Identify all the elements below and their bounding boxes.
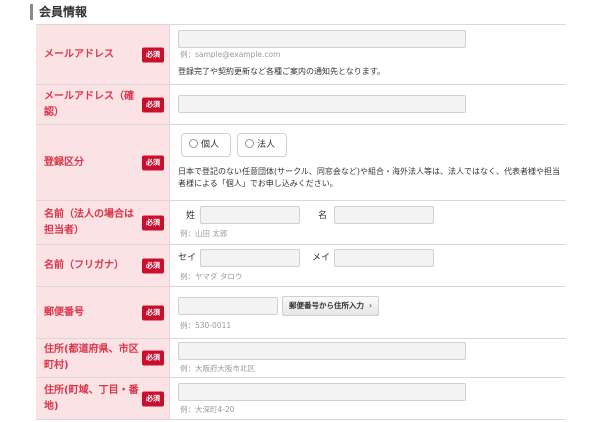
registration-type-label: 登録区分 xyxy=(44,156,84,168)
postal-lookup-button[interactable]: 郵便番号から住所入力 › xyxy=(282,296,380,316)
email-confirm-label: メールアドレス（確認） xyxy=(44,90,134,118)
address1-input[interactable] xyxy=(178,342,466,360)
section-title: 会員情報 xyxy=(30,4,87,20)
address1-row: 住所(都道府県、市区町村) 必須 例：大阪府大阪市北区 xyxy=(36,339,566,378)
email-label-cell: メールアドレス 必須 xyxy=(36,25,170,84)
address2-label-cell: 住所(町域、丁目・番地) 必須 xyxy=(36,378,170,419)
radio-individual[interactable]: 個人 xyxy=(181,133,231,157)
last-name-label: 姓 xyxy=(186,211,196,221)
address2-row: 住所(町域、丁目・番地) 必須 例：大深町4-20 xyxy=(36,378,566,420)
email-input[interactable] xyxy=(178,30,466,48)
address2-label: 住所(町域、丁目・番地) xyxy=(44,384,139,412)
address1-label-cell: 住所(都道府県、市区町村) 必須 xyxy=(36,339,170,377)
radio-circle-icon xyxy=(189,139,198,148)
required-badge: 必須 xyxy=(142,350,164,366)
required-badge: 必須 xyxy=(142,215,164,230)
required-badge: 必須 xyxy=(142,258,164,273)
required-badge: 必須 xyxy=(142,391,164,406)
registration-type-row: 登録区分 必須 個人 法人 日本で登記のない任意団体(サークル、同窓会など)や組… xyxy=(36,125,566,201)
email-confirm-input[interactable] xyxy=(178,95,466,113)
last-name-input[interactable] xyxy=(200,206,300,224)
radio-corporate[interactable]: 法人 xyxy=(237,133,287,157)
name-label: 名前（法人の場合は担当者） xyxy=(44,208,134,236)
registration-type-note: 日本で登記のない任意団体(サークル、同窓会など)や組合・海外法人等は、法人ではな… xyxy=(178,167,560,188)
furigana-label: 名前（フリガナ） xyxy=(44,259,124,271)
first-name-kana-input[interactable] xyxy=(334,249,434,267)
first-name-kana-label: メイ xyxy=(312,253,331,263)
name-row: 名前（法人の場合は担当者） 必須 姓 名 例：山田 太郎 xyxy=(36,201,566,245)
first-name-input[interactable] xyxy=(334,206,434,224)
radio-individual-label: 個人 xyxy=(201,140,220,150)
postal-row: 郵便番号 必須 郵便番号から住所入力 › 例：530-0011 xyxy=(36,287,566,339)
email-confirm-label-cell: メールアドレス（確認） 必須 xyxy=(36,85,170,124)
radio-corporate-label: 法人 xyxy=(257,140,276,150)
address1-label: 住所(都道府県、市区町村) xyxy=(44,344,139,371)
last-name-kana-input[interactable] xyxy=(200,249,300,267)
address2-hint: 例：大深町4-20 xyxy=(180,405,235,414)
chevron-right-icon: › xyxy=(369,301,373,310)
address1-hint: 例：大阪府大阪市北区 xyxy=(180,364,255,373)
required-badge: 必須 xyxy=(142,155,164,170)
registration-type-label-cell: 登録区分 必須 xyxy=(36,125,170,200)
postal-label-cell: 郵便番号 必須 xyxy=(36,287,170,338)
required-badge: 必須 xyxy=(142,305,164,320)
first-name-label: 名 xyxy=(318,211,328,221)
postal-label: 郵便番号 xyxy=(44,306,84,318)
email-confirm-row: メールアドレス（確認） 必須 xyxy=(36,85,566,125)
furigana-label-cell: 名前（フリガナ） 必須 xyxy=(36,245,170,286)
name-hint: 例：山田 太郎 xyxy=(180,229,228,238)
email-note: 登録完了や契約更新など各種ご案内の通知先となります。 xyxy=(178,67,385,76)
email-hint: 例：sample@example.com xyxy=(180,50,281,59)
furigana-row: 名前（フリガナ） 必須 セイ メイ 例：ヤマダ タロウ xyxy=(36,245,566,287)
postal-lookup-button-label: 郵便番号から住所入力 xyxy=(289,301,364,310)
name-label-cell: 名前（法人の場合は担当者） 必須 xyxy=(36,201,170,244)
postal-code-input[interactable] xyxy=(178,297,278,315)
last-name-kana-label: セイ xyxy=(178,253,197,263)
address2-input[interactable] xyxy=(178,383,466,401)
member-info-form: メールアドレス 必須 例：sample@example.com 登録完了や契約更… xyxy=(36,24,566,420)
radio-circle-icon xyxy=(245,139,254,148)
email-row: メールアドレス 必須 例：sample@example.com 登録完了や契約更… xyxy=(36,25,566,85)
required-badge: 必須 xyxy=(142,97,164,112)
postal-hint: 例：530-0011 xyxy=(180,321,232,330)
email-label: メールアドレス xyxy=(44,48,114,60)
required-badge: 必須 xyxy=(142,47,164,62)
furigana-hint: 例：ヤマダ タロウ xyxy=(180,272,243,281)
